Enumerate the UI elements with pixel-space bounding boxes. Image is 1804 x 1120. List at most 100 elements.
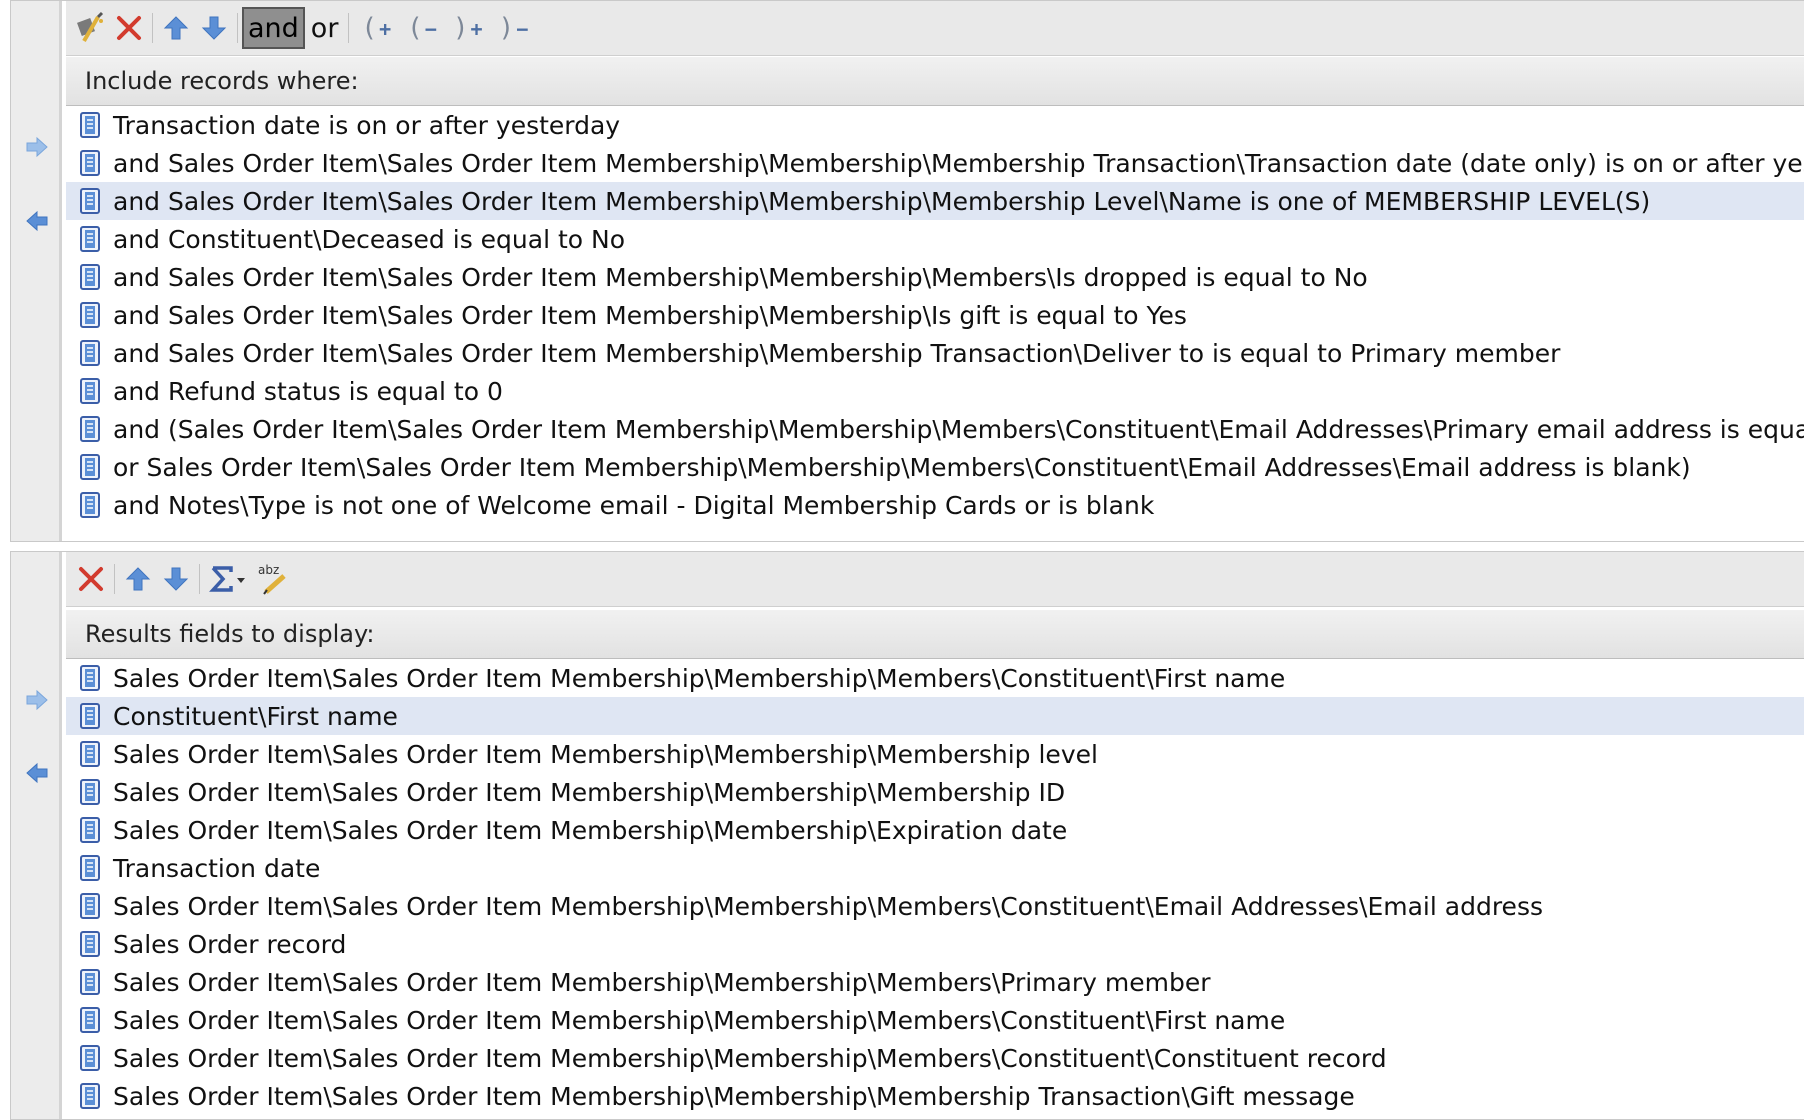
filter-side-rail	[11, 1, 62, 541]
plus-icon: +	[379, 17, 392, 41]
results-field-row[interactable]: Transaction date	[66, 849, 1804, 887]
close-paren-icon: )	[452, 13, 469, 43]
arrow-up-icon	[163, 16, 189, 40]
results-field-row[interactable]: Sales Order Item\Sales Order Item Member…	[66, 811, 1804, 849]
results-field-row-label: Sales Order Item\Sales Order Item Member…	[113, 891, 1543, 921]
field-node-icon	[80, 893, 100, 919]
remove-open-paren-button[interactable]: (−	[399, 13, 445, 43]
rename-column-button[interactable]: abz	[254, 559, 292, 599]
sigma-icon	[209, 566, 245, 592]
filter-criteria-row[interactable]: and Constituent\Deceased is equal to No	[66, 220, 1804, 258]
move-up-button[interactable]	[119, 559, 157, 599]
filter-toolbar: and or (+ (− ) + ) −	[66, 1, 1804, 56]
toolbar-separator	[237, 13, 238, 43]
field-node-icon	[80, 150, 100, 176]
field-node-icon	[80, 340, 100, 366]
field-node-icon	[80, 454, 100, 480]
results-field-row[interactable]: Sales Order Item\Sales Order Item Member…	[66, 773, 1804, 811]
field-node-icon	[80, 1083, 100, 1109]
and-toggle-button[interactable]: and	[242, 7, 305, 49]
results-field-row-label: Transaction date	[113, 853, 321, 883]
arrow-left-icon[interactable]	[25, 210, 49, 232]
field-node-icon	[80, 703, 100, 729]
filter-criteria-row[interactable]: and Sales Order Item\Sales Order Item Me…	[66, 334, 1804, 372]
field-node-icon	[80, 378, 100, 404]
move-down-button[interactable]	[157, 559, 195, 599]
results-field-row[interactable]: Constituent\First name	[66, 697, 1804, 735]
edit-filter-button[interactable]	[72, 8, 110, 48]
results-field-row-label: Constituent\First name	[113, 701, 398, 731]
results-field-row[interactable]: Sales Order record	[66, 925, 1804, 963]
filter-criteria-row[interactable]: and Sales Order Item\Sales Order Item Me…	[66, 182, 1804, 220]
arrow-down-icon	[163, 567, 189, 591]
field-node-icon	[80, 112, 100, 138]
field-node-icon	[80, 665, 100, 691]
filter-criteria-row-label: and Sales Order Item\Sales Order Item Me…	[113, 300, 1187, 330]
filter-criteria-row-label: or Sales Order Item\Sales Order Item Mem…	[113, 452, 1691, 482]
arrow-left-icon[interactable]	[25, 762, 49, 784]
field-node-icon	[80, 492, 100, 518]
or-toggle-button[interactable]: or	[305, 7, 345, 49]
results-field-row-label: Sales Order Item\Sales Order Item Member…	[113, 739, 1098, 769]
filter-criteria-row-label: and Constituent\Deceased is equal to No	[113, 224, 626, 254]
filter-criteria-row-label: and Sales Order Item\Sales Order Item Me…	[113, 186, 1651, 216]
move-up-button[interactable]	[157, 8, 195, 48]
results-field-row-label: Sales Order Item\Sales Order Item Member…	[113, 1005, 1286, 1035]
filter-criteria-row[interactable]: and Notes\Type is not one of Welcome ema…	[66, 486, 1804, 524]
filter-criteria-row[interactable]: and (Sales Order Item\Sales Order Item M…	[66, 410, 1804, 448]
filter-criteria-row[interactable]: Transaction date is on or after yesterda…	[66, 106, 1804, 144]
close-paren-icon: )	[498, 13, 515, 43]
field-node-icon	[80, 855, 100, 881]
results-field-row[interactable]: Sales Order Item\Sales Order Item Member…	[66, 887, 1804, 925]
delete-button[interactable]	[72, 559, 110, 599]
filter-criteria-row[interactable]: or Sales Order Item\Sales Order Item Mem…	[66, 448, 1804, 486]
results-field-row[interactable]: Sales Order Item\Sales Order Item Member…	[66, 963, 1804, 1001]
results-side-rail	[11, 552, 62, 1119]
results-field-row[interactable]: Sales Order Item\Sales Order Item Member…	[66, 735, 1804, 773]
filter-criteria-row[interactable]: and Refund status is equal to 0	[66, 372, 1804, 410]
field-node-icon	[80, 1045, 100, 1071]
move-down-button[interactable]	[195, 8, 233, 48]
filter-criteria-row[interactable]: and Sales Order Item\Sales Order Item Me…	[66, 296, 1804, 334]
toolbar-separator	[199, 564, 200, 594]
filter-criteria-row-label: and Sales Order Item\Sales Order Item Me…	[113, 262, 1368, 292]
results-field-row-label: Sales Order Item\Sales Order Item Member…	[113, 777, 1066, 807]
remove-close-paren-button[interactable]: ) −	[491, 13, 537, 43]
results-field-row[interactable]: Sales Order Item\Sales Order Item Member…	[66, 659, 1804, 697]
filter-criteria-row[interactable]: and Sales Order Item\Sales Order Item Me…	[66, 144, 1804, 182]
field-node-icon	[80, 1007, 100, 1033]
field-node-icon	[80, 264, 100, 290]
arrow-right-icon[interactable]	[25, 689, 49, 711]
add-close-paren-button[interactable]: ) +	[445, 13, 491, 43]
field-node-icon	[80, 969, 100, 995]
results-field-row-label: Sales Order Item\Sales Order Item Member…	[113, 663, 1286, 693]
red-x-icon	[117, 16, 141, 40]
filter-criteria-row-label: and Sales Order Item\Sales Order Item Me…	[113, 338, 1561, 368]
filter-criteria-row-label: and Notes\Type is not one of Welcome ema…	[113, 490, 1155, 520]
toolbar-separator	[114, 564, 115, 594]
arrow-down-icon	[201, 16, 227, 40]
spell-check-icon: abz	[258, 563, 286, 595]
field-node-icon	[80, 226, 100, 252]
field-node-icon	[80, 741, 100, 767]
filter-panel: and or (+ (− ) + ) − Include records where…	[10, 0, 1804, 542]
summary-dropdown-button[interactable]	[204, 559, 254, 599]
field-node-icon	[80, 931, 100, 957]
results-field-row[interactable]: Sales Order Item\Sales Order Item Member…	[66, 1077, 1804, 1115]
arrow-right-icon[interactable]	[25, 136, 49, 158]
results-field-row-label: Sales Order Item\Sales Order Item Member…	[113, 967, 1211, 997]
delete-button[interactable]	[110, 8, 148, 48]
filter-criteria-row-label: and Refund status is equal to 0	[113, 376, 503, 406]
results-field-row[interactable]: Sales Order Item\Sales Order Item Member…	[66, 1039, 1804, 1077]
add-open-paren-button[interactable]: (+	[353, 13, 399, 43]
arrow-up-icon	[125, 567, 151, 591]
filter-criteria-row-label: and (Sales Order Item\Sales Order Item M…	[113, 414, 1804, 444]
results-field-row[interactable]: Sales Order Item\Sales Order Item Member…	[66, 1001, 1804, 1039]
filter-criteria-row[interactable]: and Sales Order Item\Sales Order Item Me…	[66, 258, 1804, 296]
filter-criteria-row-label: Transaction date is on or after yesterda…	[113, 110, 621, 140]
minus-icon: −	[424, 17, 437, 41]
open-paren-icon: (	[361, 13, 378, 43]
minus-icon: −	[516, 17, 529, 41]
field-node-icon	[80, 416, 100, 442]
field-node-icon	[80, 302, 100, 328]
